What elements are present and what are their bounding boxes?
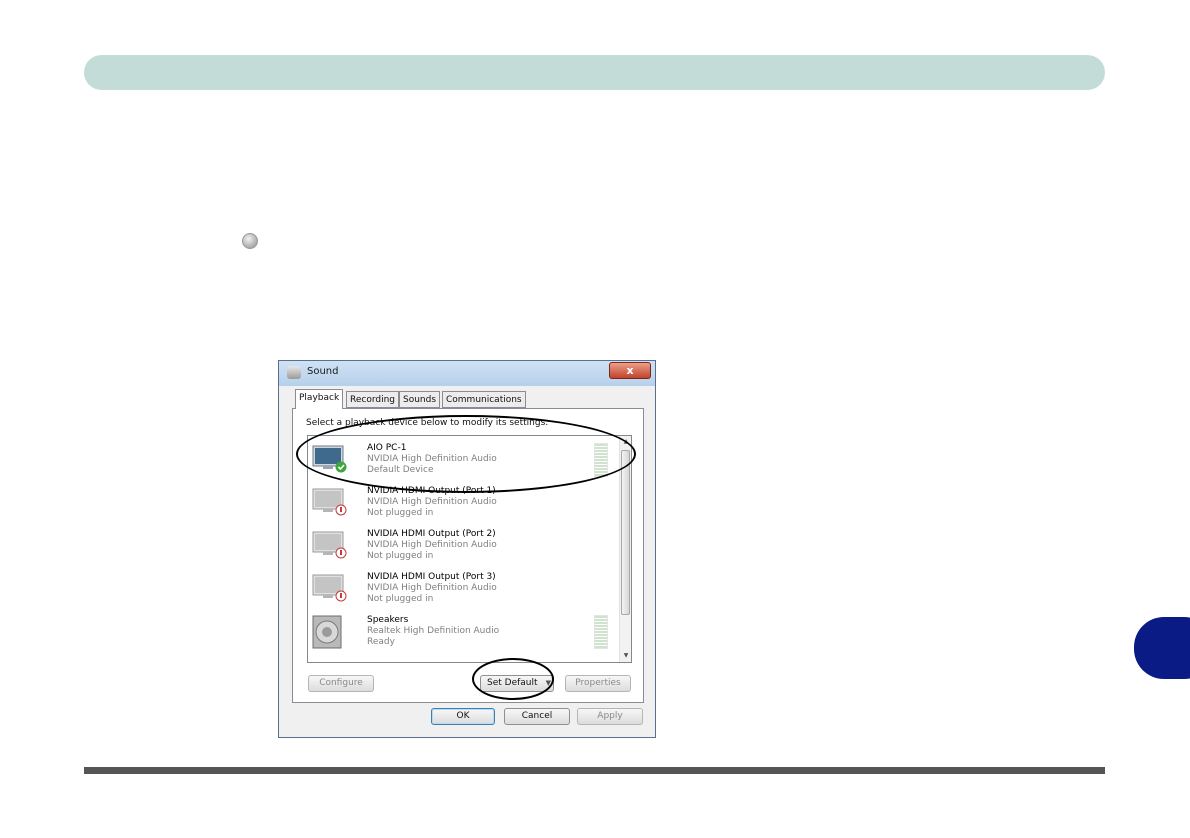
device-name: Speakers — [367, 615, 409, 625]
device-name: NVIDIA HDMI Output (Port 3) — [367, 572, 496, 582]
device-driver: NVIDIA High Definition Audio — [367, 540, 497, 550]
device-status: Not plugged in — [367, 551, 434, 561]
sound-icon — [242, 233, 258, 249]
configure-button[interactable]: Configure — [308, 675, 374, 692]
device-item-hdmi-port-2[interactable]: NVIDIA HDMI Output (Port 2) NVIDIA High … — [308, 527, 618, 567]
page-header-bar — [84, 55, 1105, 90]
close-button[interactable]: x — [609, 362, 651, 379]
device-status: Not plugged in — [367, 508, 434, 518]
device-item-hdmi-port-3[interactable]: NVIDIA HDMI Output (Port 3) NVIDIA High … — [308, 570, 618, 610]
speaker-title-icon — [287, 366, 301, 379]
device-driver: NVIDIA High Definition Audio — [367, 497, 497, 507]
scroll-thumb[interactable] — [621, 450, 630, 615]
properties-button[interactable]: Properties — [565, 675, 631, 692]
highlight-ellipse-set-default — [472, 658, 554, 700]
highlight-ellipse-default-device — [296, 415, 636, 493]
ok-button[interactable]: OK — [431, 708, 495, 725]
dialog-title: Sound — [307, 366, 339, 377]
cancel-button[interactable]: Cancel — [504, 708, 570, 725]
device-name: NVIDIA HDMI Output (Port 2) — [367, 529, 496, 539]
volume-meter — [594, 615, 608, 649]
apply-button[interactable]: Apply — [577, 708, 643, 725]
monitor-icon — [312, 574, 347, 602]
device-status: Not plugged in — [367, 594, 434, 604]
device-status: Ready — [367, 637, 395, 647]
monitor-icon — [312, 531, 347, 559]
dialog-titlebar[interactable]: Sound x — [279, 361, 655, 386]
speaker-icon — [312, 615, 342, 649]
tab-recording[interactable]: Recording — [346, 391, 400, 408]
device-driver: Realtek High Definition Audio — [367, 626, 500, 636]
device-item-speakers[interactable]: Speakers Realtek High Definition Audio R… — [308, 613, 618, 653]
device-driver: NVIDIA High Definition Audio — [367, 583, 497, 593]
tab-communications[interactable]: Communications — [442, 391, 526, 408]
monitor-icon — [312, 488, 347, 516]
chapter-tab — [1134, 617, 1190, 679]
tab-sounds[interactable]: Sounds — [399, 391, 441, 408]
footer-rule — [84, 767, 1105, 774]
tab-playback[interactable]: Playback — [295, 389, 344, 409]
scroll-down-arrow-icon[interactable]: ▼ — [621, 650, 631, 662]
